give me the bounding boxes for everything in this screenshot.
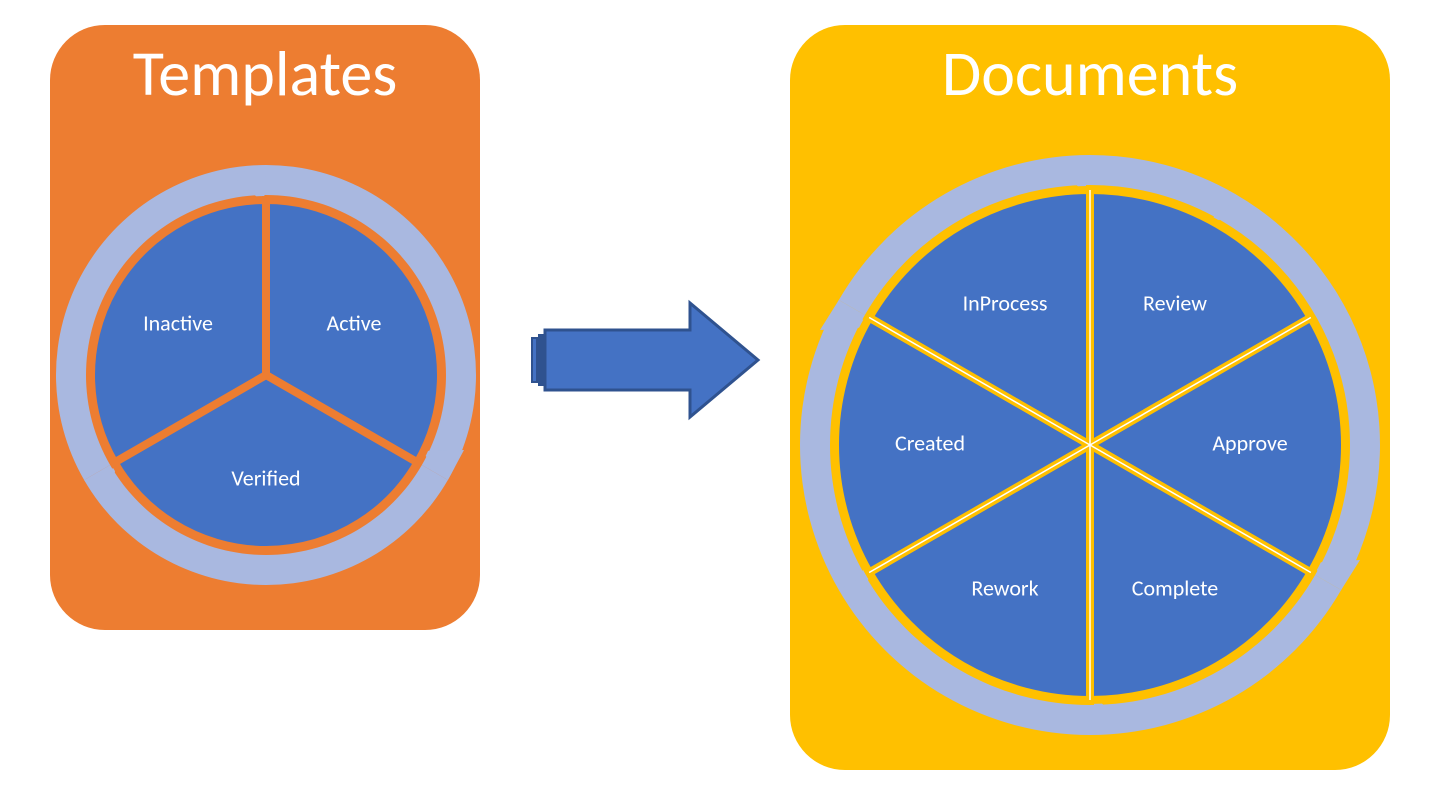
templates-title: Templates — [50, 35, 480, 113]
templates-segment-inactive: Inactive — [143, 309, 213, 336]
arrow-connector — [530, 290, 770, 430]
templates-pie — [91, 200, 441, 550]
documents-wheel: InProcess Review Approve Complete Rework… — [790, 135, 1390, 755]
templates-wheel: Inactive Active Verified — [51, 140, 481, 610]
documents-segment-review: Review — [1143, 289, 1207, 316]
templates-segment-verified: Verified — [231, 464, 300, 491]
documents-title: Documents — [790, 35, 1390, 113]
diagram-stage: Templates — [0, 0, 1450, 786]
documents-segment-created: Created — [895, 429, 965, 456]
documents-segment-rework: Rework — [971, 574, 1038, 601]
documents-segment-inprocess: InProcess — [963, 289, 1048, 316]
documents-panel: Documents — [790, 25, 1390, 770]
documents-segment-complete: Complete — [1132, 574, 1218, 601]
templates-panel: Templates — [50, 25, 480, 630]
documents-segment-approve: Approve — [1212, 429, 1287, 456]
templates-segment-active: Active — [327, 309, 382, 336]
